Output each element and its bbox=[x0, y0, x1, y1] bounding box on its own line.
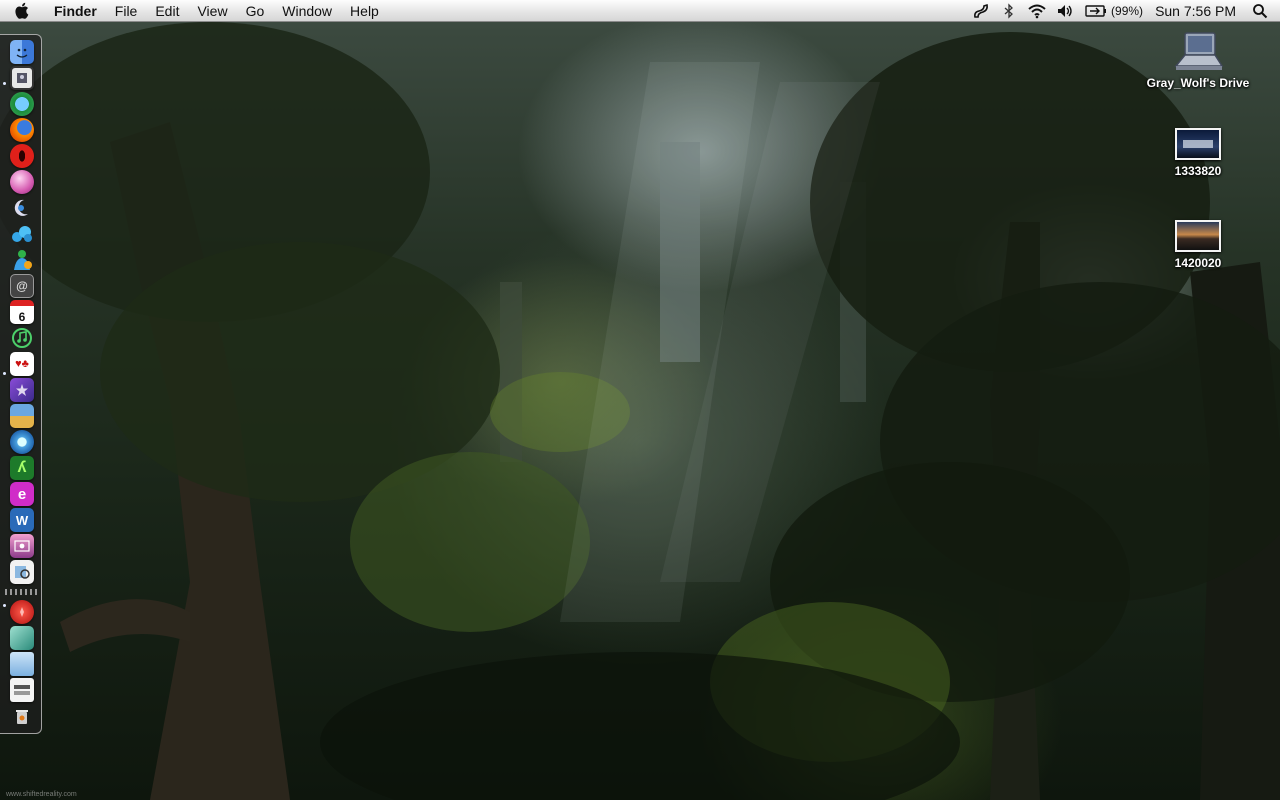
desktop-icon-drive[interactable]: Gray_Wolf's Drive bbox=[1138, 30, 1258, 90]
bluetooth-icon bbox=[1004, 2, 1014, 19]
script-menu[interactable] bbox=[967, 0, 995, 22]
menu-go[interactable]: Go bbox=[237, 0, 274, 22]
skype-glyph bbox=[12, 226, 32, 242]
menu-extras: (99%) Sun 7:56 PM bbox=[967, 0, 1280, 22]
itunes-glyph bbox=[12, 328, 32, 348]
image-file-icon bbox=[1175, 220, 1221, 252]
wallpaper-credit: www.shiftedreality.com bbox=[6, 791, 77, 798]
battery-percent: (99%) bbox=[1111, 3, 1144, 18]
preview-app-icon[interactable] bbox=[10, 560, 34, 584]
calendar-date: 6 bbox=[18, 310, 26, 324]
documents-icon[interactable] bbox=[10, 678, 34, 702]
messenger-icon[interactable] bbox=[10, 248, 34, 272]
apple-menu[interactable] bbox=[0, 0, 42, 22]
desktop-icon-label: 1420020 bbox=[1174, 256, 1222, 270]
preview-icon[interactable] bbox=[10, 66, 34, 90]
finder-icon[interactable] bbox=[10, 40, 34, 64]
quicktime-icon[interactable] bbox=[10, 430, 34, 454]
firefox-icon[interactable] bbox=[10, 118, 34, 142]
chat-glyph bbox=[14, 199, 28, 216]
forest-wallpaper-art bbox=[0, 22, 1280, 800]
hard-drive-icon bbox=[1174, 32, 1224, 70]
safari-icon[interactable] bbox=[10, 92, 34, 116]
menu-clock[interactable]: Sun 7:56 PM bbox=[1149, 3, 1246, 19]
messenger-glyph bbox=[14, 250, 32, 270]
preview-app-glyph bbox=[15, 566, 30, 579]
bluetooth-menu[interactable] bbox=[995, 0, 1023, 22]
desktop-icon-label: 1333820 bbox=[1174, 164, 1222, 178]
safari-needle bbox=[17, 99, 27, 109]
volume-icon bbox=[1058, 4, 1072, 17]
running-indicator bbox=[3, 372, 6, 375]
itunes-icon[interactable] bbox=[10, 326, 34, 350]
documents-glyph bbox=[14, 685, 30, 695]
menu-finder[interactable]: Finder bbox=[42, 0, 106, 22]
spotlight-icon bbox=[1253, 3, 1268, 18]
thumbnail-art bbox=[1183, 140, 1213, 148]
image-file-icon bbox=[1175, 128, 1221, 160]
photo-app-glyph bbox=[14, 540, 30, 552]
preview-glyph bbox=[17, 73, 27, 83]
iphoto-icon[interactable] bbox=[10, 404, 34, 428]
opera-icon[interactable] bbox=[10, 144, 34, 168]
glims-icon[interactable]: ʎ bbox=[10, 456, 34, 480]
running-indicator bbox=[3, 604, 6, 607]
dock-separator bbox=[5, 589, 37, 595]
cards-icon[interactable]: ♥♣ bbox=[10, 352, 34, 376]
photo-app-icon[interactable] bbox=[10, 534, 34, 558]
script-icon bbox=[974, 3, 989, 18]
wifi-icon bbox=[1028, 4, 1046, 18]
no-entry-glyph bbox=[20, 607, 24, 617]
trash-glyph bbox=[16, 710, 28, 724]
wifi-menu[interactable] bbox=[1023, 0, 1051, 22]
menu-window[interactable]: Window bbox=[273, 0, 341, 22]
menu-bar: Finder File Edit View Go Window Help (99… bbox=[0, 0, 1280, 22]
menu-file[interactable]: File bbox=[106, 0, 147, 22]
menu-view[interactable]: View bbox=[188, 0, 236, 22]
downloads-icon[interactable] bbox=[10, 626, 34, 650]
spotlight-button[interactable] bbox=[1246, 0, 1274, 22]
dock: @ 6 ♥♣ ʎ e W bbox=[0, 34, 42, 734]
folder-icon[interactable] bbox=[10, 652, 34, 676]
no-entry-icon[interactable] bbox=[10, 600, 34, 624]
emule-icon[interactable]: e bbox=[10, 482, 34, 506]
running-indicator bbox=[3, 82, 6, 85]
battery-menu[interactable]: (99%) bbox=[1079, 4, 1149, 18]
imovie-icon[interactable] bbox=[10, 378, 34, 402]
word-icon[interactable]: W bbox=[10, 508, 34, 532]
camino-icon[interactable] bbox=[10, 170, 34, 194]
calendar-icon[interactable]: 6 bbox=[10, 300, 34, 324]
mail-icon[interactable]: @ bbox=[10, 274, 34, 298]
apple-icon bbox=[14, 2, 28, 19]
desktop-icon-image-1420020[interactable]: 1420020 bbox=[1138, 220, 1258, 270]
menu-help[interactable]: Help bbox=[341, 0, 388, 22]
menu-edit[interactable]: Edit bbox=[146, 0, 188, 22]
battery-icon bbox=[1085, 4, 1107, 17]
desktop-icon-label: Gray_Wolf's Drive bbox=[1146, 76, 1250, 90]
imovie-star bbox=[16, 384, 28, 396]
finder-face bbox=[16, 48, 28, 58]
volume-menu[interactable] bbox=[1051, 0, 1079, 22]
desktop-icon-image-1333820[interactable]: 1333820 bbox=[1138, 128, 1258, 178]
desktop-wallpaper: www.shiftedreality.com bbox=[0, 22, 1280, 800]
trash-icon[interactable] bbox=[10, 704, 34, 728]
chat-icon[interactable] bbox=[10, 196, 34, 220]
skype-icon[interactable] bbox=[10, 222, 34, 246]
